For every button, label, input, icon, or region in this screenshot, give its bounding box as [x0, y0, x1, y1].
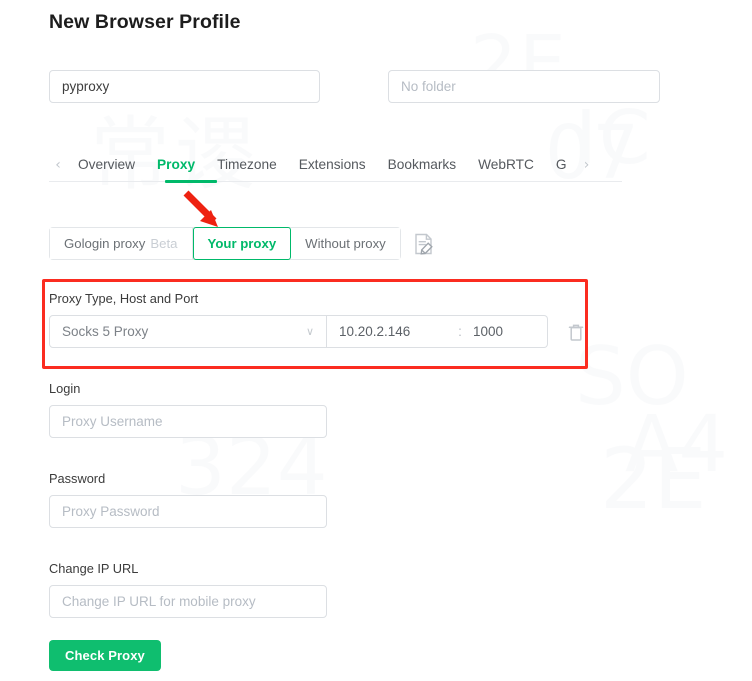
- tab-proxy[interactable]: Proxy: [146, 148, 206, 181]
- beta-badge: Beta: [150, 236, 178, 251]
- tab-extensions[interactable]: Extensions: [288, 148, 377, 181]
- proxy-port-input[interactable]: [465, 316, 527, 347]
- proxy-type-select[interactable]: Socks 5 Proxy ∨: [49, 315, 327, 348]
- password-input[interactable]: [49, 495, 327, 528]
- proxy-host-port-group: :: [327, 315, 548, 348]
- note-edit-icon[interactable]: [413, 232, 435, 256]
- proxy-type-value: Socks 5 Proxy: [62, 324, 149, 339]
- tab-overview[interactable]: Overview: [67, 148, 146, 181]
- login-label: Login: [49, 381, 81, 396]
- proxy-host-input[interactable]: [327, 316, 455, 347]
- host-port-separator: :: [458, 324, 462, 339]
- profile-name-input[interactable]: [49, 70, 320, 103]
- tab-bookmarks[interactable]: Bookmarks: [377, 148, 467, 181]
- tabs-scroll-right-icon[interactable]: ›: [578, 158, 596, 172]
- password-field-group: Password: [49, 471, 327, 528]
- folder-select-input[interactable]: [388, 70, 660, 103]
- chevron-down-icon: ∨: [305, 325, 314, 338]
- login-field-group: Login: [49, 381, 327, 438]
- tab-list: ‹ Overview Proxy Timezone Extensions Boo…: [49, 148, 622, 181]
- profile-tabs: ‹ Overview Proxy Timezone Extensions Boo…: [49, 148, 622, 183]
- proxy-mode-segmented-control: Gologin proxy Beta Your proxy Without pr…: [49, 227, 401, 260]
- login-input[interactable]: [49, 405, 327, 438]
- active-tab-indicator: [165, 180, 217, 183]
- change-ip-url-input[interactable]: [49, 585, 327, 618]
- watermark-text: SO: [575, 330, 689, 423]
- tabs-divider: [49, 180, 622, 183]
- change-ip-url-label: Change IP URL: [49, 561, 139, 576]
- tabs-scroll-left-icon[interactable]: ‹: [49, 158, 67, 172]
- proxy-details-block: Proxy Type, Host and Port Socks 5 Proxy …: [49, 291, 589, 348]
- check-proxy-button[interactable]: Check Proxy: [49, 640, 161, 671]
- watermark-text: 2E: [600, 430, 707, 528]
- proxy-mode-without-proxy-label: Without proxy: [305, 236, 386, 251]
- trash-icon[interactable]: [566, 321, 586, 343]
- proxy-details-inputs: Socks 5 Proxy ∨ :: [49, 315, 589, 348]
- proxy-details-label: Proxy Type, Host and Port: [49, 291, 199, 306]
- change-ip-url-field-group: Change IP URL: [49, 561, 327, 618]
- proxy-mode-row: Gologin proxy Beta Your proxy Without pr…: [49, 227, 435, 260]
- profile-top-fields: [49, 70, 660, 103]
- tab-timezone[interactable]: Timezone: [206, 148, 288, 181]
- proxy-mode-your-proxy-label: Your proxy: [207, 236, 277, 251]
- tab-g-truncated[interactable]: G: [545, 148, 578, 181]
- watermark-text: A4: [625, 400, 728, 490]
- proxy-mode-gologin-button[interactable]: Gologin proxy Beta: [50, 228, 193, 259]
- proxy-mode-without-proxy-button[interactable]: Without proxy: [291, 228, 400, 259]
- password-label: Password: [49, 471, 106, 486]
- proxy-mode-gologin-label: Gologin proxy: [64, 236, 146, 251]
- proxy-mode-your-proxy-button[interactable]: Your proxy: [192, 227, 292, 260]
- page-title: New Browser Profile: [49, 11, 241, 33]
- tab-webrtc[interactable]: WebRTC: [467, 148, 545, 181]
